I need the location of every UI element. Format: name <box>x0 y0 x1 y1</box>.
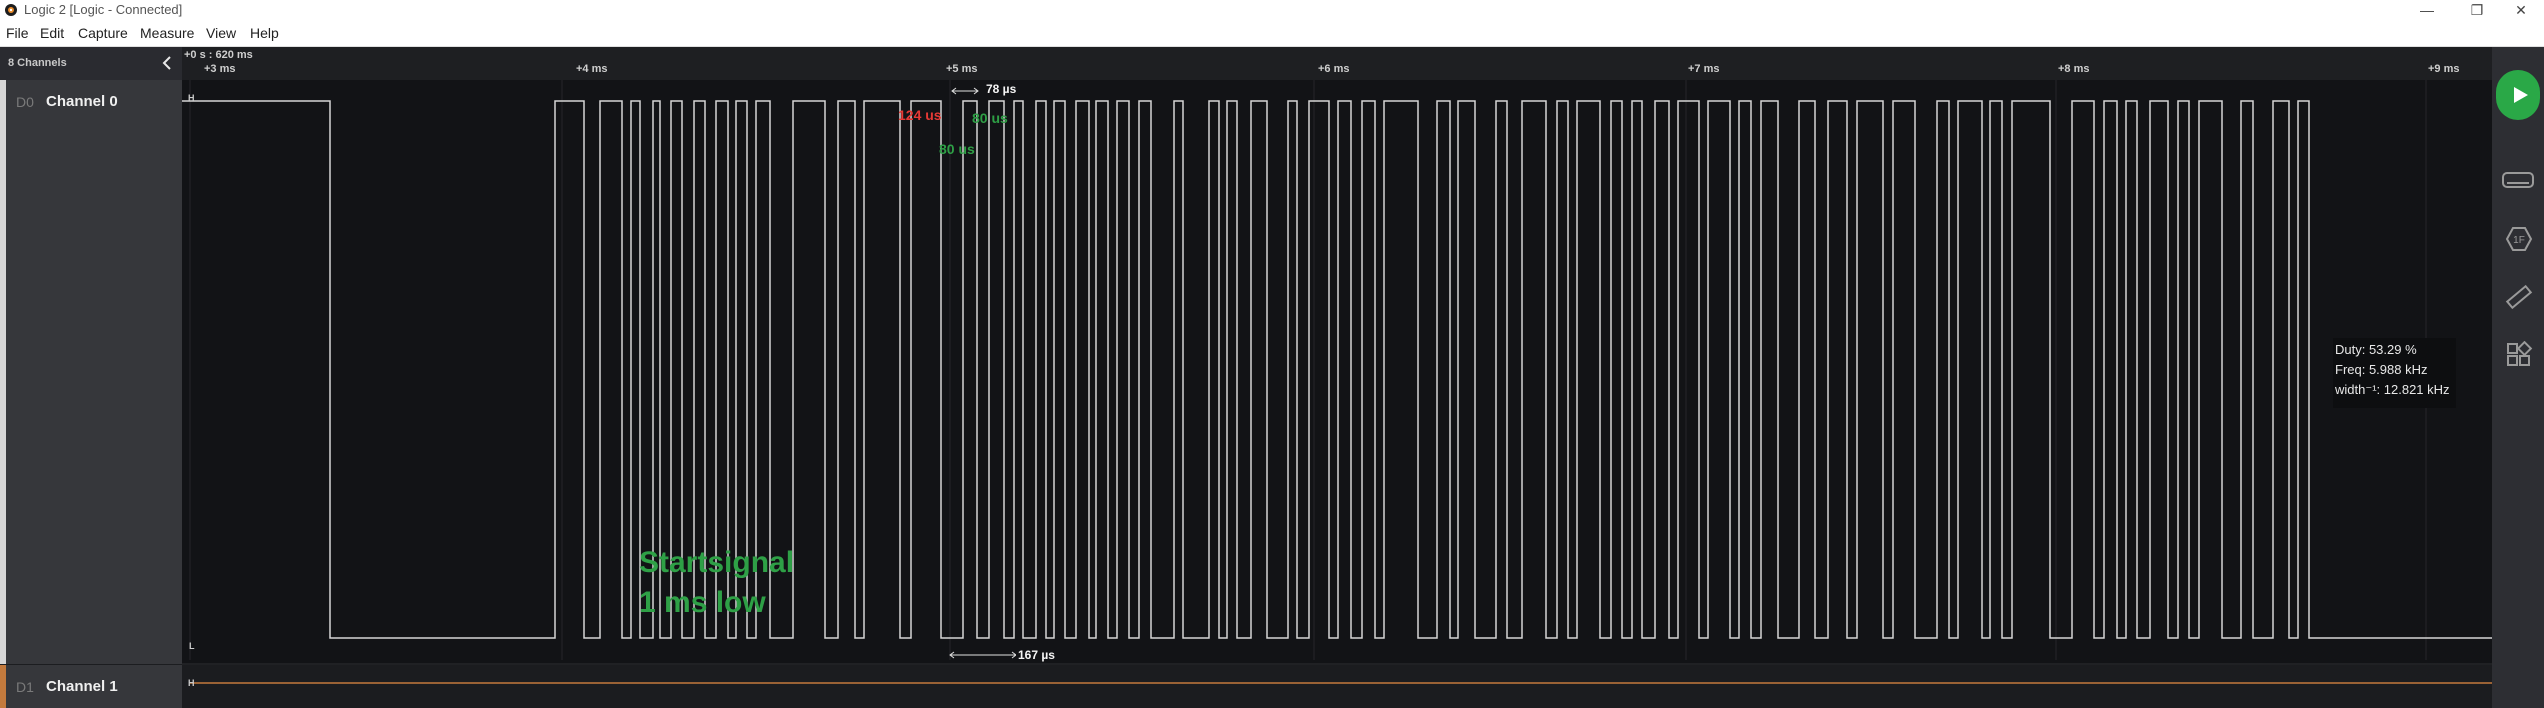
tooltip-duty: Duty: 53.29 % <box>2335 342 2417 357</box>
measurement-tooltip: Duty: 53.29 % Freq: 5.988 kHz width⁻¹: 1… <box>2333 338 2456 408</box>
right-toolbar: 1F <box>2492 47 2544 708</box>
trigger-icon[interactable]: 1F <box>2505 225 2533 253</box>
channel-name[interactable]: Channel 1 <box>46 678 118 695</box>
tick-label: +9 ms <box>2428 63 2460 75</box>
gridlines <box>189 80 2427 660</box>
width-measure-bottom <box>949 651 1017 659</box>
tick-label: +6 ms <box>1318 63 1350 75</box>
waveform-view[interactable]: H L H <box>182 80 2492 708</box>
measurement-80us-high: 80 us <box>972 110 1008 126</box>
chevron-left-icon[interactable] <box>160 55 174 71</box>
channel-0-label[interactable]: D0 Channel 0 <box>0 80 182 664</box>
menu-help[interactable]: Help <box>250 25 279 41</box>
menu-bar: File Edit Capture Measure View Help <box>0 20 2544 47</box>
menu-capture[interactable]: Capture <box>78 25 128 41</box>
measure-ruler-icon[interactable] <box>2505 283 2533 311</box>
time-ruler[interactable]: +0 s : 620 ms +3 ms +4 ms +5 ms +6 ms +7… <box>182 47 2492 80</box>
tick-label: +5 ms <box>946 63 978 75</box>
menu-edit[interactable]: Edit <box>40 25 64 41</box>
annotation-title: Startsignal <box>639 546 795 579</box>
svg-text:1F: 1F <box>2513 235 2525 246</box>
channel-0-signal <box>182 100 2492 639</box>
tick-label: +4 ms <box>576 63 608 75</box>
channel-1-high-marker: H <box>188 678 195 688</box>
measurement-80us-low: 80 us <box>939 141 975 157</box>
minimize-button[interactable]: — <box>2404 0 2450 20</box>
logic-app-icon <box>5 4 17 16</box>
channel-0-high-marker: H <box>188 93 195 103</box>
play-icon <box>2514 87 2528 103</box>
menu-file[interactable]: File <box>6 25 29 41</box>
channel-code: D1 <box>16 679 34 695</box>
menu-measure[interactable]: Measure <box>140 25 194 41</box>
tooltip-freq: Freq: 5.988 kHz <box>2335 362 2428 377</box>
width-label-top: 78 µs <box>984 82 1019 96</box>
analyzer-icon[interactable] <box>2501 167 2535 195</box>
tick-label: +8 ms <box>2058 63 2090 75</box>
measurement-124us: 124 us <box>898 107 942 123</box>
window-title: Logic 2 [Logic - Connected] <box>24 2 183 17</box>
ruler-origin: +0 s : 620 ms <box>184 49 253 61</box>
channel-count: 8 Channels <box>8 57 67 69</box>
channel-0-low-marker: L <box>189 641 195 651</box>
close-button[interactable]: ✕ <box>2498 0 2544 20</box>
channel-list-header: 8 Channels <box>0 47 182 80</box>
title-bar: Logic 2 [Logic - Connected] — ❐ ✕ <box>0 0 2544 20</box>
width-label-bottom: 167 µs <box>1016 648 1057 662</box>
extensions-icon[interactable] <box>2505 341 2533 369</box>
width-measure-top <box>951 87 979 95</box>
channel-1-lane <box>182 665 2492 708</box>
restore-button[interactable]: ❐ <box>2454 0 2500 20</box>
tick-label: +7 ms <box>1688 63 1720 75</box>
menu-view[interactable]: View <box>206 25 236 41</box>
tooltip-width: width⁻¹: 12.821 kHz <box>2335 382 2450 397</box>
tick-label: +3 ms <box>204 63 236 75</box>
channel-1-label[interactable]: D1 Channel 1 <box>0 665 182 708</box>
annotation-subtitle: 1 ms low <box>639 586 766 619</box>
channel-name[interactable]: Channel 0 <box>46 93 118 110</box>
play-button[interactable] <box>2496 70 2540 120</box>
channel-code: D0 <box>16 94 34 110</box>
